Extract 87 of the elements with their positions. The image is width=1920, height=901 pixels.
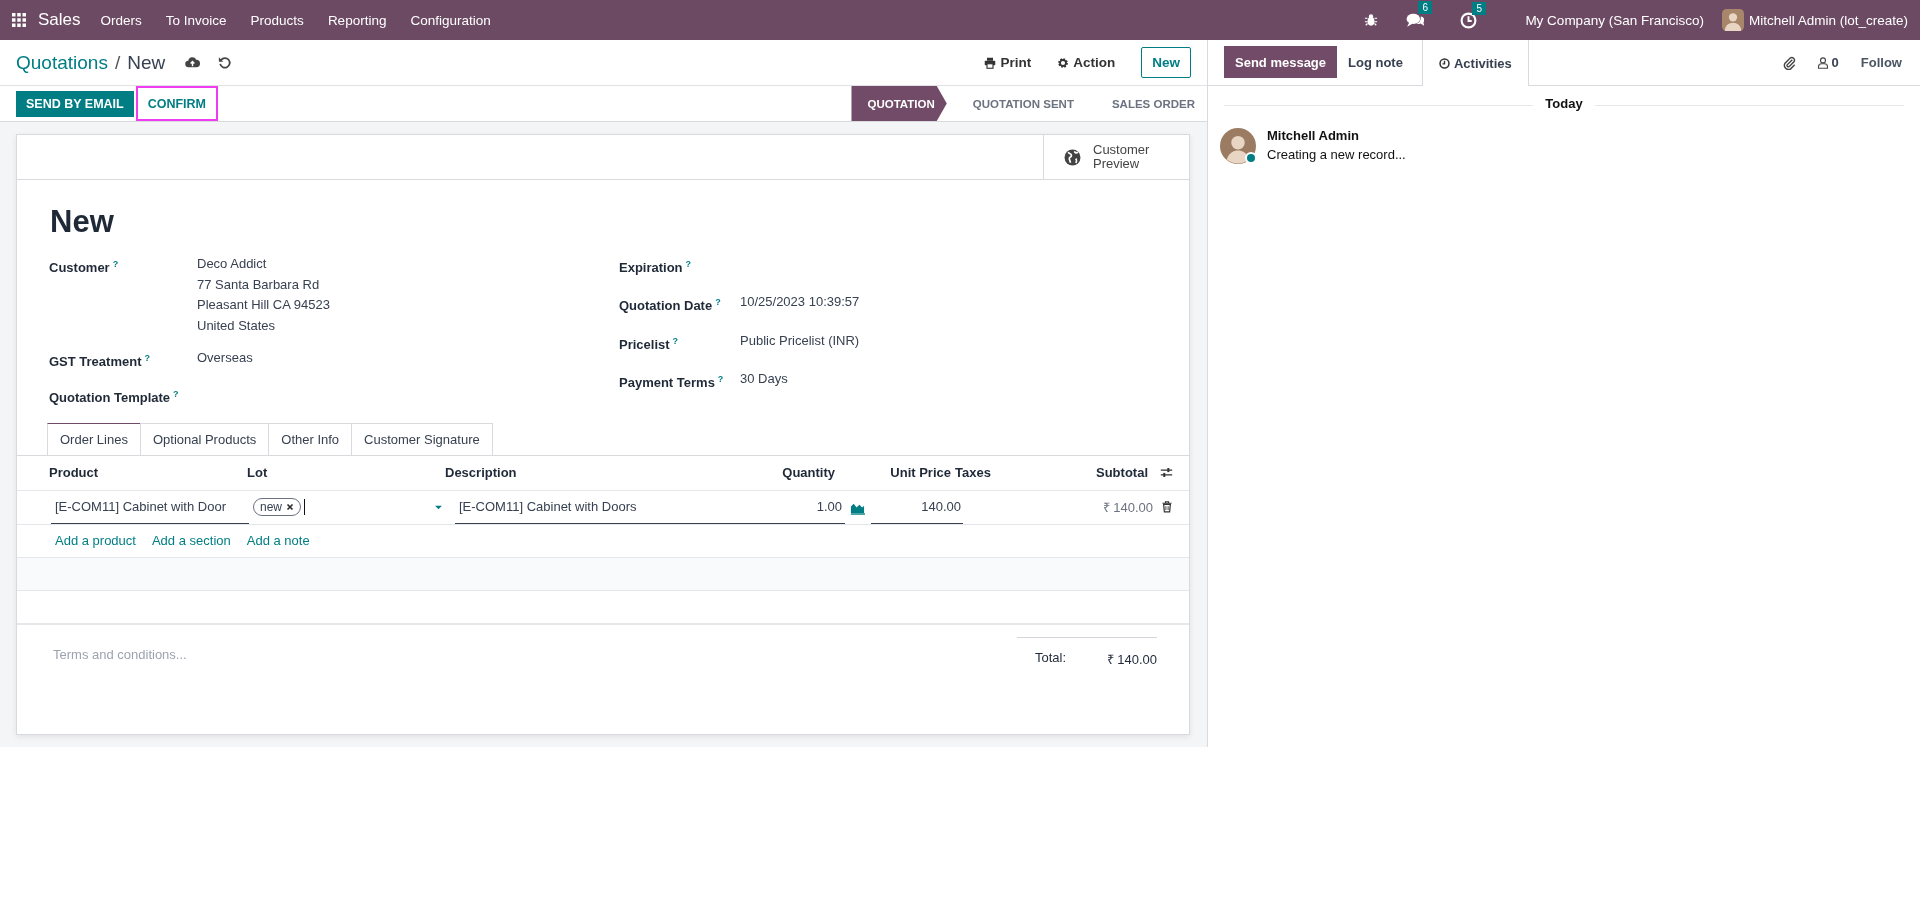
field-value: Public Pricelist (INR) — [740, 331, 860, 350]
clock-icon — [1438, 57, 1450, 69]
column-header[interactable]: Quantity — [735, 465, 835, 481]
help-tooltip-mark[interactable]: ? — [173, 389, 179, 400]
lot-field[interactable]: new — [253, 498, 443, 517]
product-field[interactable]: [E-COM11] Cabinet with Door — [51, 490, 249, 525]
action-button[interactable]: Action — [1057, 55, 1116, 70]
action-button[interactable]: SEND BY EMAIL — [16, 90, 134, 117]
menu-item[interactable]: Orders — [100, 12, 142, 28]
field-value: United States — [197, 316, 277, 335]
activity-count-badge: 5 — [1472, 1, 1486, 15]
trash-icon[interactable] — [1161, 501, 1173, 514]
field-label: Payment Terms — [619, 375, 715, 391]
column-settings-icon[interactable] — [1160, 466, 1173, 480]
log-note-button[interactable]: Log note — [1337, 46, 1414, 78]
field-value: 30 Days — [740, 370, 788, 388]
app-name[interactable]: Sales — [38, 10, 81, 30]
field-value: Pleasant Hill CA 94523 — [197, 296, 330, 314]
field-value: Deco Addict — [197, 255, 268, 273]
globe-icon — [1064, 148, 1081, 166]
send-message-button[interactable]: Send message — [1224, 46, 1338, 78]
field-label: Pricelist — [619, 337, 670, 352]
followers-button[interactable]: 0 — [1816, 55, 1839, 70]
column-header[interactable]: Taxes — [951, 465, 1061, 481]
print-button[interactable]: Print — [984, 55, 1032, 70]
message-count-badge: 6 — [1418, 1, 1432, 14]
column-header[interactable]: Subtotal — [1061, 465, 1148, 481]
status-stage[interactable]: QUOTATION — [851, 86, 947, 121]
person-icon — [1816, 56, 1829, 69]
paperclip-icon[interactable] — [1781, 55, 1797, 70]
message-author[interactable]: Mitchell Admin — [1267, 128, 1406, 143]
field-label: Quotation Template — [49, 390, 171, 406]
action-button[interactable]: CONFIRM — [135, 86, 219, 121]
help-tooltip-mark[interactable]: ? — [685, 259, 692, 269]
field-label: GST Treatment — [49, 354, 142, 370]
cloud-upload-icon[interactable] — [185, 55, 201, 70]
customer-preview-button[interactable]: Customer Preview — [1043, 135, 1189, 179]
description-field[interactable]: [E-COM11] Cabinet with Doors — [455, 490, 745, 525]
column-header[interactable]: Lot — [247, 465, 445, 481]
user-avatar-icon — [1220, 128, 1256, 164]
breadcrumb-current: New — [127, 51, 166, 74]
column-header[interactable]: Unit Price — [859, 465, 951, 481]
total-amount: ₹ 140.00 — [1106, 650, 1157, 668]
help-tooltip-mark[interactable]: ? — [715, 297, 721, 308]
help-tooltip-mark[interactable]: ? — [144, 353, 150, 363]
field-label: Expiration — [619, 260, 683, 276]
help-tooltip-mark[interactable]: ? — [112, 259, 119, 269]
clock-icon[interactable] — [1460, 11, 1478, 29]
field-label: Customer — [49, 260, 110, 276]
help-tooltip-mark[interactable]: ? — [717, 374, 724, 384]
column-header[interactable]: Product — [49, 465, 247, 481]
column-header[interactable]: Description — [445, 465, 735, 481]
company-switcher[interactable]: My Company (San Francisco) — [1525, 12, 1704, 28]
user-menu[interactable]: Mitchell Admin (lot_create) — [1748, 12, 1908, 28]
add-line-link[interactable]: Add a section — [151, 533, 231, 549]
add-line-link[interactable]: Add a note — [246, 533, 310, 549]
menu-item[interactable]: Reporting — [327, 12, 387, 28]
gear-icon — [1057, 56, 1070, 69]
printer-icon — [984, 56, 997, 69]
menu-item[interactable]: Configuration — [410, 12, 491, 28]
subtotal-value: ₹ 140.00 — [1101, 499, 1153, 517]
field-value: 10/25/2023 10:39:57 — [740, 293, 860, 312]
field-value: Overseas — [197, 349, 253, 367]
menu-item[interactable]: Products — [250, 12, 304, 28]
field-value: 77 Santa Barbara Rd — [197, 275, 321, 294]
unit-price-field[interactable]: 140.00 — [871, 490, 963, 525]
user-avatar-icon[interactable] — [1721, 9, 1744, 31]
record-title: New — [50, 204, 115, 240]
notebook-tab[interactable]: Customer Signature — [351, 422, 493, 455]
message-text: Creating a new record... — [1267, 147, 1406, 162]
undo-icon[interactable] — [218, 55, 233, 70]
field-label: Quotation Date — [619, 298, 713, 314]
menu-item[interactable]: To Invoice — [165, 12, 227, 28]
help-tooltip-mark[interactable]: ? — [672, 335, 679, 346]
follow-button[interactable]: Follow — [1860, 55, 1902, 70]
breadcrumb-link[interactable]: Quotations — [16, 51, 108, 74]
total-label: Total: — [1035, 649, 1067, 667]
add-line-link[interactable]: Add a product — [55, 533, 136, 549]
breadcrumb-separator: / — [114, 51, 121, 74]
bug-icon[interactable] — [1364, 13, 1379, 27]
new-button[interactable]: New — [1141, 47, 1191, 78]
remove-tag-icon[interactable] — [286, 503, 294, 512]
chat-bubbles-icon[interactable] — [1406, 11, 1425, 29]
apps-menu-icon[interactable] — [12, 13, 26, 27]
quantity-field[interactable]: 1.00 — [816, 499, 842, 515]
notebook-tab[interactable]: Order Lines — [47, 422, 141, 455]
activities-button[interactable]: Activities — [1421, 40, 1529, 86]
